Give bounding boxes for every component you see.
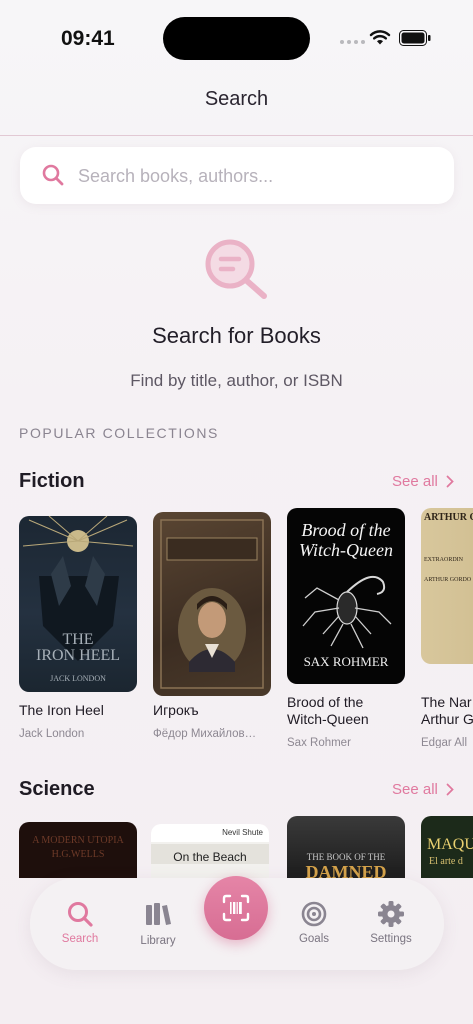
book-title: The Iron Heel: [19, 702, 104, 718]
cover-text: A MODERN UTOPIA H.G.WELLS: [32, 835, 124, 860]
popular-collections-header: POPULAR COLLECTIONS: [19, 425, 219, 441]
book-card-brood-witch-queen[interactable]: Brood of the Witch-Queen SAX ROHMER Broo…: [287, 508, 407, 749]
book-cover: A MODERN UTOPIA H.G.WELLS: [19, 822, 137, 878]
see-all-fiction-link[interactable]: See all: [392, 473, 454, 490]
cover-author: Nevil Shute: [222, 828, 263, 837]
book-title: The Nar Arthur G: [421, 694, 473, 727]
tab-label: Settings: [370, 933, 412, 945]
books-icon: [146, 903, 171, 925]
tab-goals[interactable]: Goals: [274, 878, 354, 970]
cover-text: El arte d: [429, 856, 463, 867]
search-doc-icon: [205, 239, 267, 299]
book-card-iron-heel[interactable]: THE IRON HEEL JACK LONDON The Iron Heel …: [19, 516, 139, 746]
battery-icon: [399, 30, 431, 46]
tab-label: Search: [61, 933, 99, 945]
cover-author: JACK LONDON: [50, 674, 106, 683]
barcode-scan-icon: [222, 894, 250, 922]
search-bar[interactable]: [20, 147, 454, 204]
book-cover: MAQU El arte d: [421, 816, 473, 878]
book-card-book-of-damned[interactable]: THE BOOK OF THE DAMNED: [287, 816, 407, 878]
book-cover: ARTHUR G EXTRAORDIN ARTHUR GORDO: [421, 508, 473, 664]
book-cover: [153, 512, 271, 696]
book-card-arthur-gordon[interactable]: ARTHUR G EXTRAORDIN ARTHUR GORDO The Nar…: [421, 508, 473, 748]
empty-state-subtitle: Find by title, author, or ISBN: [130, 371, 343, 390]
tab-label: Library: [140, 935, 176, 947]
book-author: Фёдор Михайлов…: [153, 728, 257, 740]
status-time: 09:41: [61, 27, 115, 50]
cover-text: MAQU: [427, 836, 473, 853]
cellular-signal-icon: [340, 40, 365, 44]
see-all-label: See all: [392, 781, 438, 798]
see-all-science-link[interactable]: See all: [392, 781, 454, 798]
book-cover: THE IRON HEEL JACK LONDON: [19, 516, 137, 692]
target-icon: [301, 901, 327, 927]
book-card-maquiavelo[interactable]: MAQU El arte d: [421, 816, 473, 878]
gear-icon: [378, 901, 404, 927]
book-title: Игрокъ: [153, 702, 199, 718]
book-card-modern-utopia[interactable]: A MODERN UTOPIA H.G.WELLS: [19, 822, 139, 878]
tab-search[interactable]: Search: [40, 878, 120, 970]
cover-author: SAX ROHMER: [303, 654, 389, 669]
collection-title-science: Science: [19, 778, 95, 800]
cover-text: DAMNED: [305, 862, 387, 878]
book-cover: Nevil Shute On the Beach: [151, 824, 269, 878]
tab-label: Goals: [298, 933, 330, 945]
tab-library[interactable]: Library: [118, 878, 198, 970]
search-input[interactable]: [78, 159, 438, 193]
collection-title-fiction: Fiction: [19, 470, 85, 492]
cover-text: On the Beach: [173, 850, 247, 864]
chevron-right-icon: [446, 783, 454, 796]
book-title: Brood of the Witch-Queen: [287, 694, 369, 727]
book-author: Jack London: [19, 728, 85, 740]
dynamic-island: [163, 17, 310, 60]
cover-text: THE BOOK OF THE: [306, 852, 386, 862]
page-title: Search: [204, 88, 269, 110]
book-cover: Brood of the Witch-Queen SAX ROHMER: [287, 508, 405, 684]
empty-state-title: Search for Books: [152, 323, 321, 348]
nav-divider: [0, 135, 473, 136]
see-all-label: See all: [392, 473, 438, 490]
book-card-igrok[interactable]: Игрокъ Фёдор Михайлов…: [153, 512, 273, 746]
chevron-right-icon: [446, 475, 454, 488]
book-card-on-the-beach[interactable]: Nevil Shute On the Beach: [151, 824, 271, 878]
tab-settings[interactable]: Settings: [351, 878, 431, 970]
book-cover: THE BOOK OF THE DAMNED: [287, 816, 405, 878]
status-bar: 09:41: [0, 0, 473, 78]
book-author: Edgar All: [421, 737, 468, 748]
magnifier-icon: [68, 902, 93, 927]
search-icon: [42, 164, 64, 186]
cover-text: THE IRON HEEL: [36, 631, 120, 664]
cover-text: ARTHUR G EXTRAORDIN ARTHUR GORDO: [424, 512, 473, 583]
wifi-icon: [369, 30, 391, 45]
book-author: Sax Rohmer: [287, 737, 351, 749]
scan-button[interactable]: [204, 876, 268, 940]
